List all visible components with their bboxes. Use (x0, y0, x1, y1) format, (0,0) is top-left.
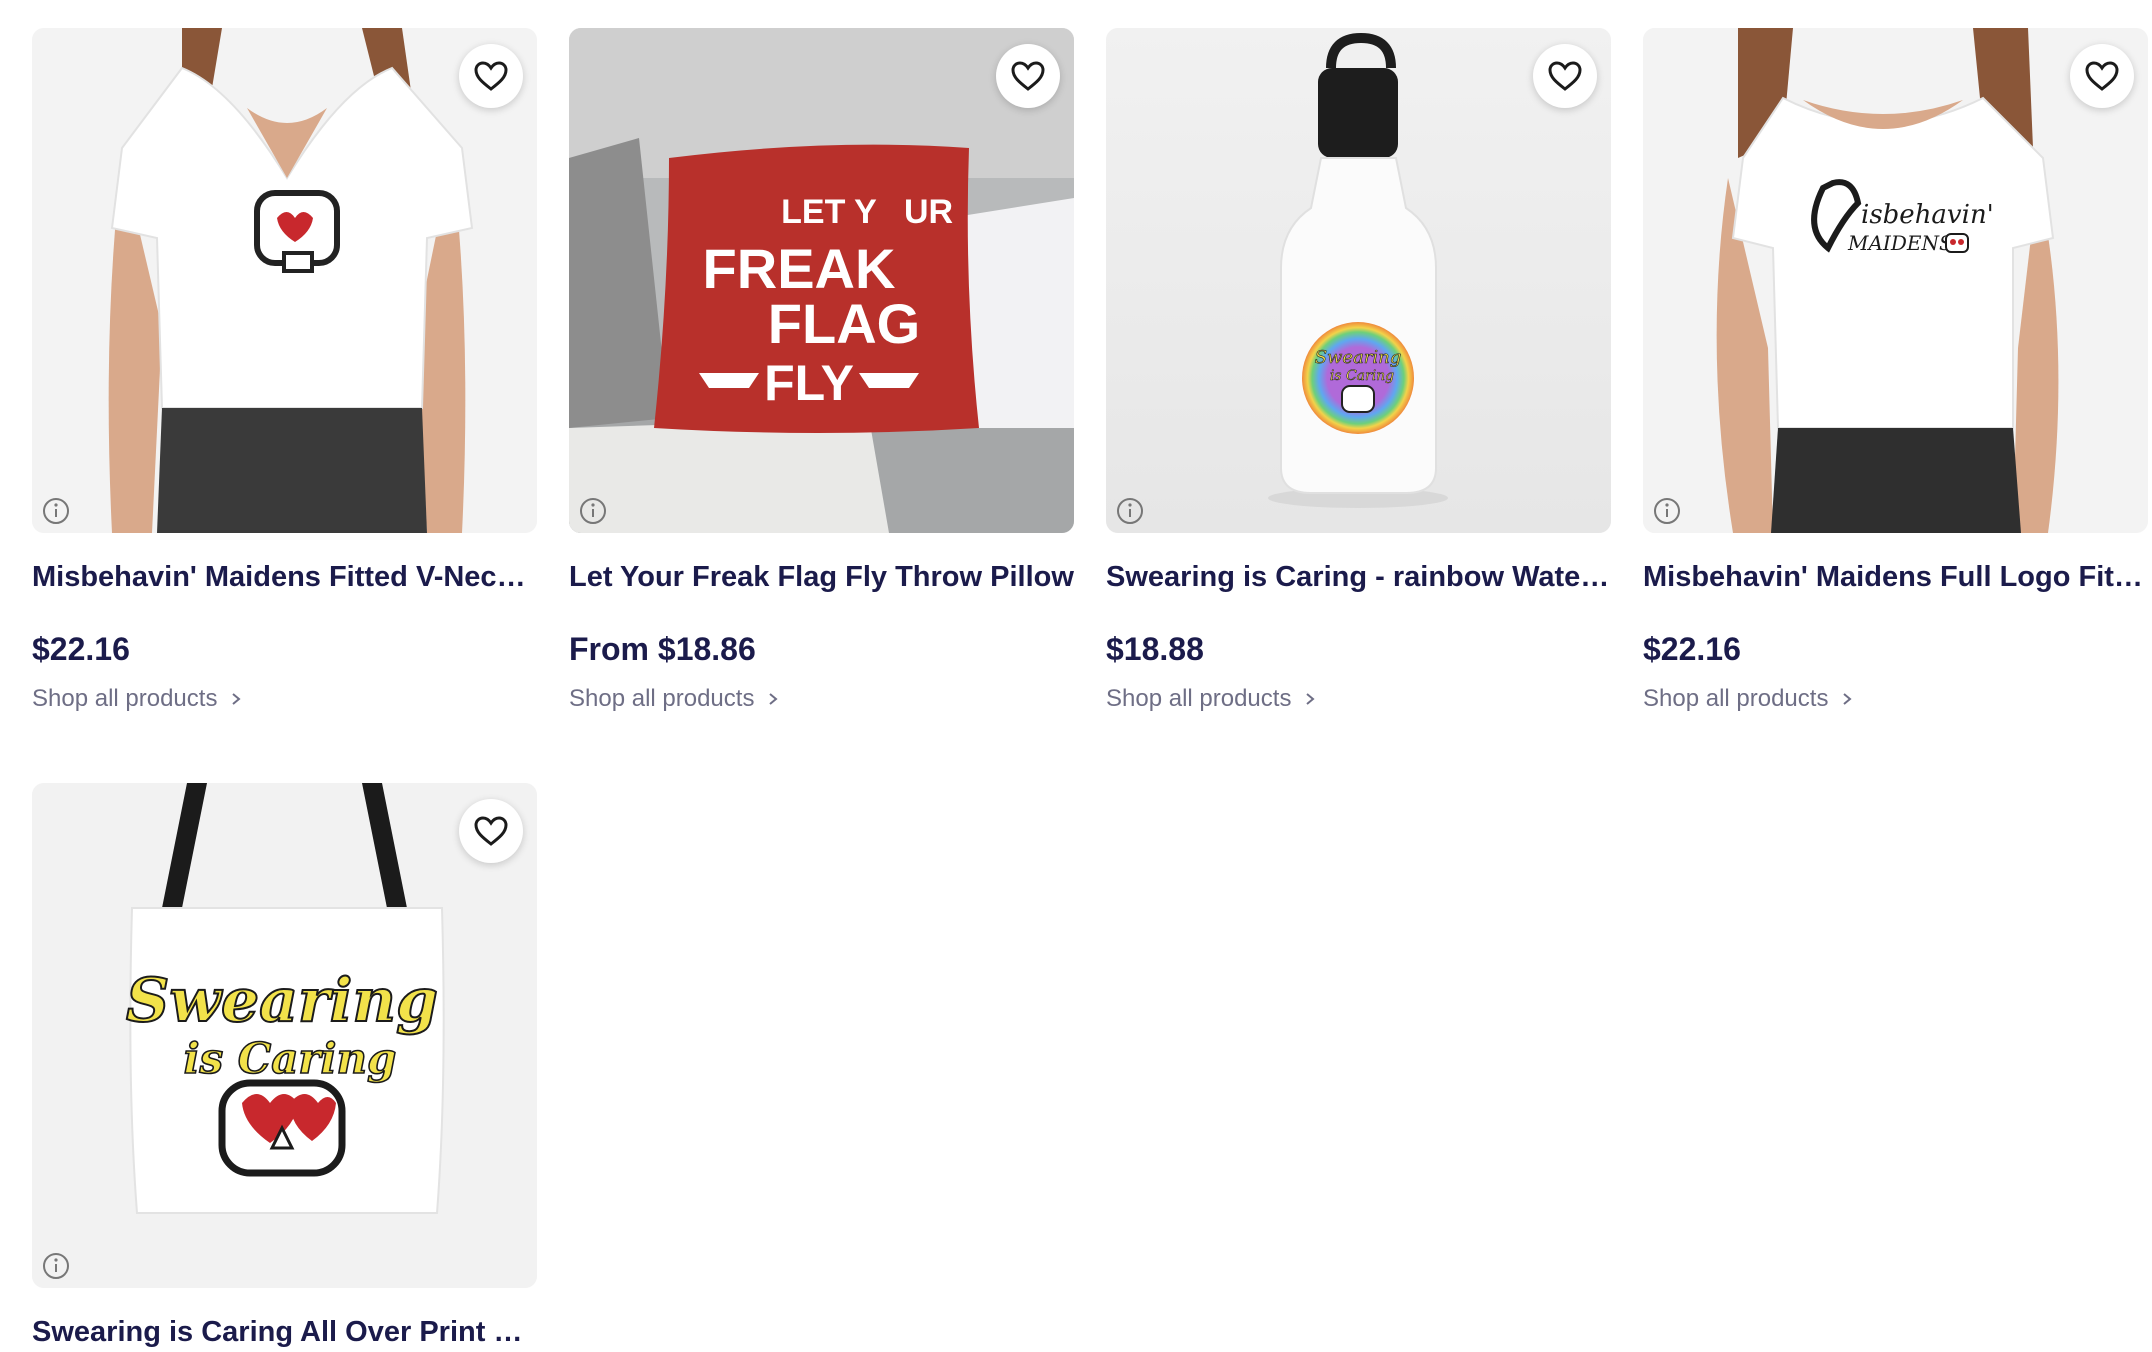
product-title[interactable]: Misbehavin' Maidens Fitted V-Neck T-Shir… (32, 557, 537, 597)
info-circle-icon (43, 1253, 69, 1279)
info-button[interactable] (577, 495, 609, 527)
shop-all-products-label: Shop all products (569, 685, 755, 712)
maidens-logo-line2: MAIDENS (1847, 231, 1953, 255)
heart-outline-icon (474, 61, 508, 91)
chevron-right-icon (769, 693, 779, 705)
info-button[interactable] (1114, 495, 1146, 527)
favorite-button[interactable] (996, 44, 1060, 108)
tote-art-line1: Swearing (126, 966, 438, 1036)
product-title[interactable]: Misbehavin' Maidens Full Logo Fitted Sco… (1643, 557, 2148, 597)
info-button[interactable] (40, 495, 72, 527)
product-title[interactable]: Swearing is Caring All Over Print Tote B… (32, 1312, 537, 1352)
favorite-button[interactable] (459, 799, 523, 863)
product-price: $22.16 (1643, 631, 1741, 667)
product-image[interactable] (32, 28, 537, 533)
bottle-art-line2: is Caring (1330, 368, 1394, 384)
maidens-logo-line1: isbehavin' (1861, 200, 1994, 230)
shop-all-products-link[interactable]: Shop all products (1643, 683, 2148, 715)
product-title[interactable]: Let Your Freak Flag Fly Throw Pillow (569, 557, 1074, 597)
info-circle-icon (580, 498, 606, 524)
product-card[interactable]: Swearing is Caring Swearing is Caring Al… (32, 783, 537, 1352)
tote-bag-image: Swearing is Caring (32, 783, 537, 1288)
product-price: $22.16 (32, 631, 130, 667)
product-card[interactable]: LET Y UR FREAK FLAG FLY Let Your Freak F… (569, 28, 1074, 715)
favorite-button[interactable] (459, 44, 523, 108)
product-image[interactable]: isbehavin' MAIDENS (1643, 28, 2148, 533)
shop-all-products-label: Shop all products (1106, 685, 1292, 712)
product-card[interactable]: Misbehavin' Maidens Fitted V-Neck T-Shir… (32, 28, 537, 715)
pillow-art-line3: FLAG (768, 292, 920, 355)
product-title[interactable]: Swearing is Caring - rainbow Water Bottl… (1106, 557, 1611, 597)
info-button[interactable] (40, 1250, 72, 1282)
info-circle-icon (1117, 498, 1143, 524)
product-card[interactable]: Swearing is Caring Swearing is Caring - … (1106, 28, 1611, 715)
heart-outline-icon (1548, 61, 1582, 91)
chevron-right-icon (232, 693, 242, 705)
heart-outline-icon (1011, 61, 1045, 91)
pillow-art-line1: LET Y (781, 193, 877, 231)
info-button[interactable] (1651, 495, 1683, 527)
vneck-tshirt-image (32, 28, 537, 533)
scoop-tshirt-image: isbehavin' MAIDENS (1643, 28, 2148, 533)
shop-all-products-link[interactable]: Shop all products (569, 683, 1074, 715)
shop-all-products-label: Shop all products (1643, 685, 1829, 712)
info-circle-icon (1654, 498, 1680, 524)
favorite-button[interactable] (1533, 44, 1597, 108)
product-card[interactable]: isbehavin' MAIDENS Misbehavin' Maidens F… (1643, 28, 2148, 715)
product-image[interactable]: Swearing is Caring (32, 783, 537, 1288)
tote-art-line2: is Caring (184, 1034, 397, 1083)
info-circle-icon (43, 498, 69, 524)
throw-pillow-image: LET Y UR FREAK FLAG FLY (569, 28, 1074, 533)
product-price: From $18.86 (569, 631, 756, 667)
product-price: $18.88 (1106, 631, 1204, 667)
heart-outline-icon (474, 816, 508, 846)
bottle-art-line1: Swearing (1315, 347, 1402, 368)
pillow-art-line2: FREAK (703, 237, 896, 300)
product-image[interactable]: Swearing is Caring (1106, 28, 1611, 533)
favorite-button[interactable] (2070, 44, 2134, 108)
chevron-right-icon (1306, 693, 1316, 705)
shop-all-products-link[interactable]: Shop all products (1106, 683, 1611, 715)
product-image[interactable]: LET Y UR FREAK FLAG FLY (569, 28, 1074, 533)
pillow-art-line1b: UR (904, 193, 953, 231)
chevron-right-icon (1843, 693, 1853, 705)
water-bottle-image: Swearing is Caring (1106, 28, 1611, 533)
pillow-art-line4: FLY (764, 355, 854, 411)
shop-all-products-label: Shop all products (32, 685, 218, 712)
shop-all-products-link[interactable]: Shop all products (32, 683, 537, 715)
heart-outline-icon (2085, 61, 2119, 91)
